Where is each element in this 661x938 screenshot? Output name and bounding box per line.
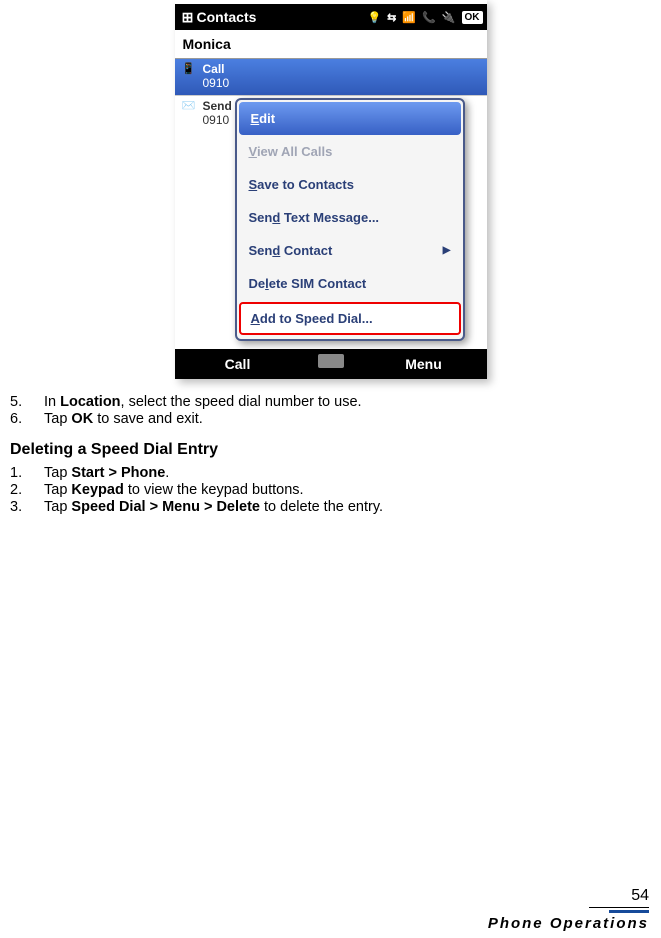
action-call[interactable]: 📱 Call 0910 [175, 59, 487, 96]
submenu-arrow-icon: ▶ [443, 245, 451, 256]
menu-send-text-message[interactable]: Send Text Message... [237, 201, 463, 234]
context-menu: Edit View All Calls Save to Contacts Sen… [235, 98, 465, 341]
menu-edit[interactable]: Edit [239, 102, 461, 135]
footer-title: Phone Operations [12, 915, 649, 932]
sms-icon: ✉️ [181, 99, 197, 132]
delete-step-2: 2.Tap Keypad to view the keypad buttons. [10, 482, 651, 498]
document-body: 5.In Location, select the speed dial num… [0, 391, 661, 515]
ok-button[interactable]: OK [462, 11, 483, 24]
device-titlebar: ⊞ Contacts 💡 ⇆ 📶 📞 🔌 OK [175, 4, 487, 30]
sync-icon: ⇆ [387, 11, 396, 24]
softkey-bar: Call Menu [175, 349, 487, 379]
menu-view-all-calls[interactable]: View All Calls [237, 135, 463, 168]
menu-add-to-speed-dial[interactable]: Add to Speed Dial... [239, 302, 461, 335]
menu-delete-sim-contact[interactable]: Delete SIM Contact [237, 267, 463, 300]
signal-icon: 📶 [402, 11, 416, 24]
power-icon: 🔌 [442, 11, 456, 24]
page-number: 54 [12, 887, 649, 905]
delete-step-1: 1.Tap Start > Phone. [10, 465, 651, 481]
step-6: 6.Tap OK to save and exit. [10, 411, 651, 427]
menu-save-to-contacts[interactable]: Save to Contacts [237, 168, 463, 201]
step-5: 5.In Location, select the speed dial num… [10, 394, 651, 410]
windows-icon: ⊞ [179, 9, 197, 26]
action-send-number: 0910 [203, 113, 232, 127]
contact-name: Monica [175, 30, 487, 59]
menu-send-contact[interactable]: Send Contact ▶ [237, 234, 463, 267]
softkey-call[interactable]: Call [175, 356, 301, 372]
action-call-number: 0910 [203, 76, 230, 90]
delete-step-3: 3.Tap Speed Dial > Menu > Delete to dele… [10, 499, 651, 515]
contact-actions: 📱 Call 0910 ✉️ Send 0910 Edit Vi [175, 59, 487, 349]
action-send-label: Send [203, 99, 232, 113]
notif-icon: 💡 [367, 11, 381, 24]
mobile-icon: 📱 [181, 62, 197, 95]
section-heading: Deleting a Speed Dial Entry [10, 441, 651, 459]
softkey-menu[interactable]: Menu [361, 356, 487, 372]
phone-icon: 📞 [422, 11, 436, 24]
page-footer: 54 Phone Operations [12, 887, 649, 932]
action-call-label: Call [203, 62, 230, 76]
keyboard-icon[interactable] [301, 354, 361, 373]
app-title: Contacts [197, 9, 257, 25]
device-screenshot: ⊞ Contacts 💡 ⇆ 📶 📞 🔌 OK Monica 📱 Call 09… [175, 0, 487, 379]
status-icons: 💡 ⇆ 📶 📞 🔌 OK [367, 11, 482, 24]
